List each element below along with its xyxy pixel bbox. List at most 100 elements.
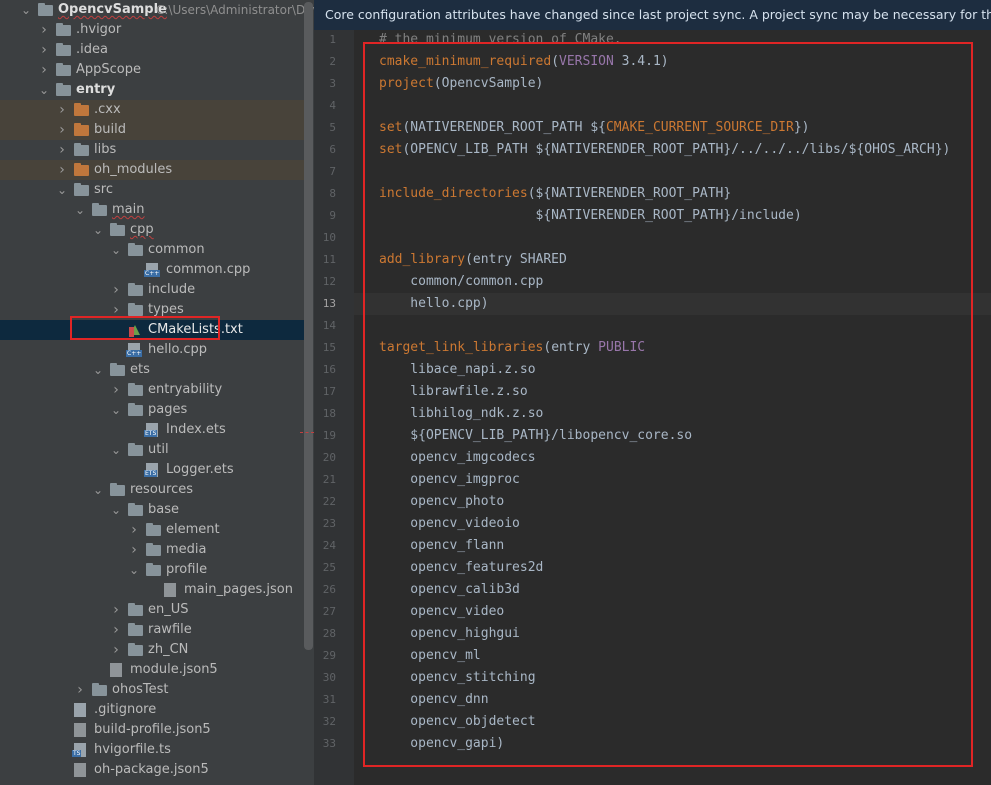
tree-item-label: ets	[130, 362, 150, 377]
folder-orange-icon	[74, 123, 89, 136]
sync-notification-banner[interactable]: Core configuration attributes have chang…	[314, 0, 991, 30]
tree-item-src[interactable]: ⌄ src	[0, 180, 304, 200]
chevron-right-icon[interactable]: ›	[110, 280, 122, 300]
chevron-down-icon[interactable]: ⌄	[110, 500, 122, 520]
chevron-down-icon[interactable]: ⌄	[92, 480, 104, 500]
folder-icon	[146, 543, 161, 556]
ts-file-icon	[72, 743, 86, 757]
tree-item-common[interactable]: ⌄ common	[0, 240, 304, 260]
tree-item-profile[interactable]: ⌄ profile	[0, 560, 304, 580]
line-number: 13	[322, 297, 336, 310]
tree-item-idea[interactable]: › .idea	[0, 40, 304, 60]
chevron-down-icon[interactable]: ⌄	[92, 220, 104, 240]
tree-item-hvigorfile-ts[interactable]: hvigorfile.ts	[0, 740, 304, 760]
folder-icon	[146, 523, 161, 536]
chevron-right-icon[interactable]: ›	[110, 380, 122, 400]
tree-item-label: OpencvSample	[58, 2, 167, 17]
tree-item-ohostest[interactable]: › ohosTest	[0, 680, 304, 700]
line-number: 30	[322, 671, 336, 684]
tree-item-rawfile[interactable]: › rawfile	[0, 620, 304, 640]
tree-item-module-json5[interactable]: module.json5	[0, 660, 304, 680]
tree-item-ets[interactable]: ⌄ ets	[0, 360, 304, 380]
chevron-right-icon[interactable]: ›	[128, 520, 140, 540]
folder-icon	[56, 43, 71, 56]
tree-item-label: main_pages.json	[184, 582, 293, 597]
tree-item-zh-cn[interactable]: › zh_CN	[0, 640, 304, 660]
chevron-down-icon[interactable]: ⌄	[20, 0, 32, 20]
tree-item-label: oh_modules	[94, 162, 173, 177]
chevron-down-icon[interactable]: ⌄	[128, 560, 140, 580]
error-marker	[300, 432, 314, 433]
tree-item-common-cpp[interactable]: common.cpp	[0, 260, 304, 280]
tree-item-appscope[interactable]: › AppScope	[0, 60, 304, 80]
folder-icon	[128, 283, 143, 296]
line-number-gutter: 1 2 3 4 5 6 7 8 9 10 11 12 13 14 15 16 17 18 19 20 21 22 23 24 2…	[314, 30, 354, 785]
folder-icon	[128, 603, 143, 616]
tree-item-util[interactable]: ⌄ util	[0, 440, 304, 460]
tree-item-label: common	[148, 242, 205, 257]
chevron-right-icon[interactable]: ›	[56, 140, 68, 160]
tree-item-cpp[interactable]: ⌄ cpp	[0, 220, 304, 240]
chevron-down-icon[interactable]: ⌄	[110, 400, 122, 420]
chevron-right-icon[interactable]: ›	[56, 160, 68, 180]
tree-item-label: build	[94, 122, 126, 137]
tree-item-main[interactable]: ⌄ main	[0, 200, 304, 220]
chevron-right-icon[interactable]: ›	[56, 100, 68, 120]
tree-item-oh-modules[interactable]: › oh_modules	[0, 160, 304, 180]
tree-item-gitignore[interactable]: .gitignore	[0, 700, 304, 720]
chevron-right-icon[interactable]: ›	[110, 620, 122, 640]
chevron-right-icon[interactable]: ›	[56, 120, 68, 140]
line-number: 4	[329, 99, 336, 112]
tree-item-logger-ets[interactable]: Logger.ets	[0, 460, 304, 480]
tree-item-hvigor[interactable]: › .hvigor	[0, 20, 304, 40]
tree-item-label: Logger.ets	[166, 462, 234, 477]
line-number: 17	[322, 385, 336, 398]
tree-item-oh-package-json5[interactable]: oh-package.json5	[0, 760, 304, 780]
folder-icon	[56, 83, 71, 96]
chevron-down-icon[interactable]: ⌄	[38, 80, 50, 100]
chevron-right-icon[interactable]: ›	[38, 20, 50, 40]
tree-item-entry[interactable]: ⌄ entry	[0, 80, 304, 100]
tree-item-label: resources	[130, 482, 194, 497]
tree-item-label: entry	[76, 82, 116, 97]
chevron-down-icon[interactable]: ⌄	[74, 200, 86, 220]
tree-item-libs[interactable]: › libs	[0, 140, 304, 160]
tree-item-entryability[interactable]: › entryability	[0, 380, 304, 400]
folder-icon	[74, 183, 89, 196]
chevron-right-icon[interactable]: ›	[110, 600, 122, 620]
tree-item-hello-cpp[interactable]: hello.cpp	[0, 340, 304, 360]
tree-item-label: pages	[148, 402, 188, 417]
tree-item-build-profile-json5[interactable]: build-profile.json5	[0, 720, 304, 740]
chevron-down-icon[interactable]: ⌄	[56, 180, 68, 200]
tree-item-index-ets[interactable]: Index.ets	[0, 420, 304, 440]
chevron-right-icon[interactable]: ›	[74, 680, 86, 700]
folder-icon	[38, 3, 53, 16]
tree-item-cxx[interactable]: › .cxx	[0, 100, 304, 120]
tree-item-element[interactable]: › element	[0, 520, 304, 540]
tree-item-pages[interactable]: ⌄ pages	[0, 400, 304, 420]
tree-item-en-us[interactable]: › en_US	[0, 600, 304, 620]
folder-orange-icon	[74, 163, 89, 176]
tree-item-media[interactable]: › media	[0, 540, 304, 560]
tree-item-label: hvigorfile.ts	[94, 742, 171, 757]
chevron-right-icon[interactable]: ›	[128, 540, 140, 560]
chevron-down-icon[interactable]: ⌄	[110, 440, 122, 460]
folder-icon	[146, 563, 161, 576]
chevron-right-icon[interactable]: ›	[38, 40, 50, 60]
tree-item-build[interactable]: › build	[0, 120, 304, 140]
chevron-right-icon[interactable]: ›	[38, 60, 50, 80]
tree-item-main-pages-json[interactable]: main_pages.json	[0, 580, 304, 600]
tree-item-opencvsample[interactable]: ⌄ OpencvSampleC:\Users\Administrator\DevE…	[0, 0, 314, 20]
chevron-right-icon[interactable]: ›	[110, 640, 122, 660]
tree-item-label: profile	[166, 562, 208, 577]
tree-item-include[interactable]: › include	[0, 280, 304, 300]
text-file-icon	[74, 703, 86, 717]
chevron-down-icon[interactable]: ⌄	[110, 240, 122, 260]
tree-item-resources[interactable]: ⌄ resources	[0, 480, 304, 500]
folder-icon	[74, 143, 89, 156]
tree-item-base[interactable]: ⌄ base	[0, 500, 304, 520]
chevron-down-icon[interactable]: ⌄	[92, 360, 104, 380]
tree-scrollbar[interactable]	[304, 2, 313, 650]
tree-item-label: .idea	[76, 42, 108, 57]
tree-item-label: libs	[94, 142, 117, 157]
